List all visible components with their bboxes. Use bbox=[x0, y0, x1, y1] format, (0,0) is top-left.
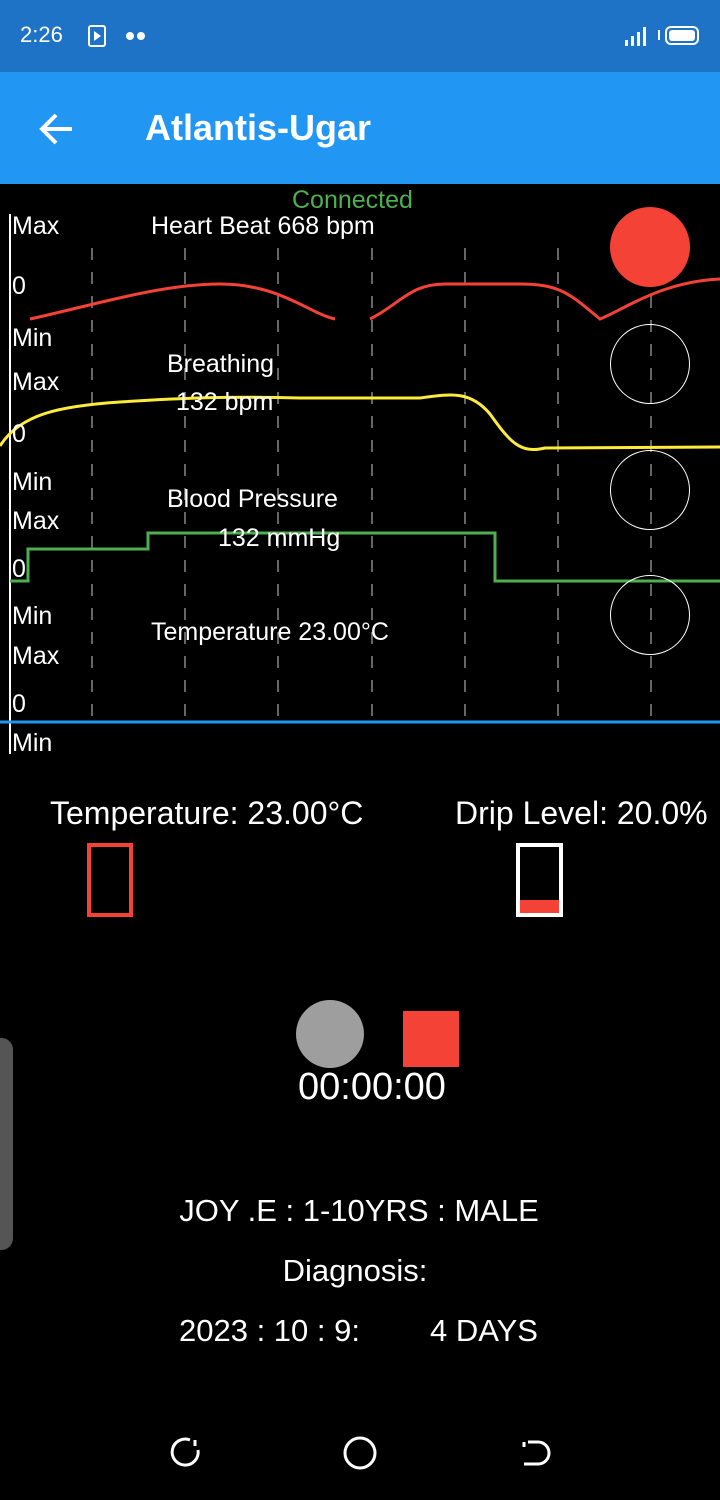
blood-pressure-trace bbox=[10, 531, 720, 583]
temperature-gauge bbox=[87, 843, 133, 917]
record-button[interactable] bbox=[296, 1000, 364, 1068]
blood-pressure-title: Blood Pressure bbox=[167, 485, 338, 513]
drip-level-readout: Drip Level: 20.0% bbox=[455, 795, 708, 831]
blood-pressure-indicator bbox=[610, 450, 690, 530]
status-time: 2:26 bbox=[20, 22, 63, 47]
axis-min-label: Min bbox=[12, 468, 53, 496]
app-title: Atlantis-Ugar bbox=[145, 107, 372, 148]
breathing-value: 132 bpm bbox=[176, 388, 274, 416]
axis-zero-label: 0 bbox=[12, 420, 26, 448]
axis-min-label: Min bbox=[12, 602, 53, 630]
back-nav-icon[interactable] bbox=[518, 1436, 552, 1470]
temperature-readout: Temperature: 23.00°C bbox=[50, 795, 364, 831]
temperature-indicator bbox=[610, 575, 690, 655]
drip-level-fill bbox=[520, 900, 559, 913]
heart-beat-indicator bbox=[610, 207, 690, 287]
axis-max-label: Max bbox=[12, 642, 60, 670]
axis-min-label: Min bbox=[12, 324, 53, 352]
breathing-indicator bbox=[610, 324, 690, 404]
back-button[interactable] bbox=[30, 106, 82, 152]
heart-beat-title: Heart Beat 668 bpm bbox=[151, 212, 375, 240]
breathing-title: Breathing bbox=[167, 350, 275, 378]
patient-summary: JOY .E : 1-10YRS : MALE bbox=[179, 1193, 539, 1228]
axis-max-label: Max bbox=[12, 212, 60, 240]
recents-icon[interactable] bbox=[168, 1436, 202, 1470]
axis-zero-label: 0 bbox=[12, 272, 26, 300]
axis-zero-label: 0 bbox=[12, 555, 26, 583]
home-icon[interactable] bbox=[342, 1435, 378, 1471]
arrow-left-icon bbox=[39, 113, 72, 145]
blood-pressure-value: 132 mmHg bbox=[218, 524, 341, 552]
timer-display: 00:00:00 bbox=[298, 1066, 446, 1108]
stop-button[interactable] bbox=[403, 1011, 459, 1067]
axis-max-label: Max bbox=[12, 507, 60, 535]
axis-zero-label: 0 bbox=[12, 690, 26, 718]
date-line: 2023 : 10 : 9: bbox=[179, 1313, 360, 1348]
axis-max-label: Max bbox=[12, 368, 60, 396]
temperature-title: Temperature 23.00°C bbox=[151, 618, 389, 646]
notification-icons bbox=[88, 25, 145, 47]
drip-level-gauge bbox=[516, 843, 563, 917]
breathing-trace bbox=[0, 393, 720, 451]
axis-min-label: Min bbox=[12, 729, 53, 757]
diagnosis-label: Diagnosis: bbox=[282, 1253, 428, 1288]
signal-battery-icon bbox=[625, 26, 699, 46]
heart-beat-trace bbox=[29, 277, 720, 321]
duration: 4 DAYS bbox=[430, 1313, 538, 1348]
